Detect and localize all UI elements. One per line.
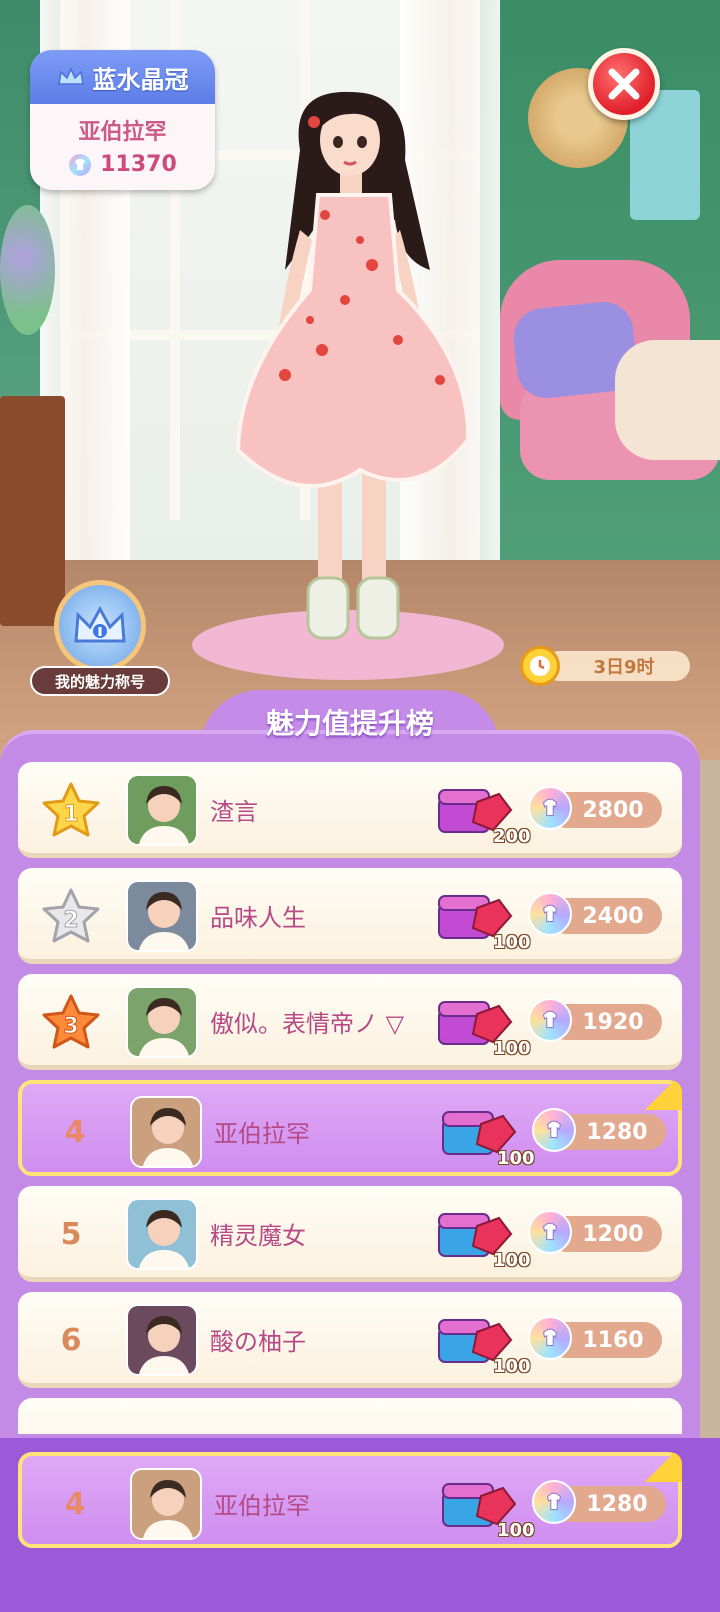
close-icon: [608, 68, 640, 100]
leaderboard-row[interactable]: 1 渣言 200 2800: [18, 762, 682, 858]
rank-gold-star-icon: 1: [40, 782, 102, 838]
my-rank-row[interactable]: 4 亚伯拉罕 100 1280: [18, 1452, 682, 1548]
player-name: 渣言: [210, 798, 258, 826]
close-button[interactable]: [588, 48, 660, 120]
rank-number: 4: [64, 1486, 86, 1522]
reward-chest-icon[interactable]: 100: [437, 1094, 535, 1170]
leaderboard-row-partial[interactable]: [18, 1398, 682, 1434]
my-rank-bar: 4 亚伯拉罕 100 1280: [0, 1438, 720, 1612]
leaderboard-title: 魅力值提升榜: [265, 707, 434, 740]
rank-number: 5: [60, 1216, 82, 1252]
charm-score: 1280: [532, 1480, 666, 1524]
flower-plant: [0, 205, 55, 335]
charm-score: 1920: [528, 998, 662, 1042]
reward-count: 200: [493, 826, 531, 847]
alarm-clock-icon: [520, 646, 560, 686]
reward-count: 100: [497, 1148, 535, 1169]
charm-score: 2800: [528, 786, 662, 830]
blanket: [615, 340, 720, 460]
reward-count: 100: [493, 1038, 531, 1059]
charm-score: 1200: [528, 1210, 662, 1254]
player-name: 酸の柚子: [210, 1328, 306, 1356]
reward-count: 100: [493, 1250, 531, 1271]
rank-silver-star-icon: 2: [40, 888, 102, 944]
title-name: 蓝水晶冠: [92, 65, 189, 94]
charm-score: 2400: [528, 892, 662, 936]
charm-shirt-icon: [528, 1210, 572, 1254]
leaderboard-row[interactable]: 5 精灵魔女 100 1200: [18, 1186, 682, 1282]
svg-text:1: 1: [63, 802, 78, 827]
charm-shirt-icon: [532, 1108, 576, 1152]
charm-shirt-icon: [528, 998, 572, 1042]
curtain-right: [400, 0, 500, 600]
reward-chest-icon[interactable]: 100: [433, 1302, 531, 1378]
leaderboard-list[interactable]: 1 渣言 200 2800 2 品味人生 100 2400 3 傲似。表情帝ノ ▽ 100 1920 4…: [18, 762, 682, 1434]
player-avatar[interactable]: [126, 1198, 198, 1270]
self-marker: [638, 1080, 682, 1110]
rank-bronze-star-icon: 3: [40, 994, 102, 1050]
rank-number: 6: [60, 1322, 82, 1358]
leaderboard-row[interactable]: 2 品味人生 100 2400: [18, 868, 682, 964]
player-name: 品味人生: [210, 904, 306, 932]
event-timer: 3日9时: [520, 646, 690, 686]
reward-chest-icon[interactable]: 100: [433, 878, 531, 954]
svg-text:3: 3: [63, 1014, 78, 1039]
rank-number: 4: [64, 1114, 86, 1150]
charm-value: 11370: [100, 152, 177, 177]
reward-count: 100: [493, 932, 531, 953]
timer-text: 3日9时: [544, 651, 690, 681]
self-marker: [638, 1452, 682, 1482]
reward-chest-icon[interactable]: 100: [433, 1196, 531, 1272]
reward-count: 100: [493, 1356, 531, 1377]
charm-shirt-icon: [528, 892, 572, 936]
charm-score: 1280: [532, 1108, 666, 1152]
charm-shirt-icon: [532, 1480, 576, 1524]
charm-score: 1160: [528, 1316, 662, 1360]
player-name: 亚伯拉罕: [78, 120, 167, 145]
player-name: 亚伯拉罕: [214, 1120, 310, 1148]
reward-chest-icon[interactable]: 100: [433, 984, 531, 1060]
blue-crown-icon: [57, 67, 84, 85]
player-avatar[interactable]: [130, 1468, 202, 1540]
player-avatar[interactable]: [126, 880, 198, 952]
reward-count: 100: [497, 1520, 535, 1541]
player-name: 亚伯拉罕: [214, 1492, 310, 1520]
reward-chest-icon[interactable]: 200: [433, 772, 531, 848]
player-avatar[interactable]: [126, 986, 198, 1058]
leaderboard-row[interactable]: 6 酸の柚子 100 1160: [18, 1292, 682, 1388]
charm-shirt-icon: [69, 153, 92, 176]
leaderboard-row[interactable]: 3 傲似。表情帝ノ ▽ 100 1920: [18, 974, 682, 1070]
rug: [192, 610, 504, 680]
player-name: 傲似。表情帝ノ ▽: [210, 1010, 405, 1038]
player-title-card[interactable]: 蓝水晶冠 亚伯拉罕 11370: [30, 50, 215, 190]
player-avatar[interactable]: [126, 1304, 198, 1376]
reward-chest-icon[interactable]: 100: [437, 1466, 535, 1542]
charm-row: 11370: [30, 152, 215, 177]
title-banner: 蓝水晶冠: [30, 50, 215, 104]
crown-badge-icon: [54, 580, 146, 672]
player-avatar[interactable]: [126, 774, 198, 846]
player-name: 精灵魔女: [210, 1222, 306, 1250]
player-avatar[interactable]: [130, 1096, 202, 1168]
charm-shirt-icon: [528, 786, 572, 830]
charm-shirt-icon: [528, 1316, 572, 1360]
svg-text:2: 2: [63, 908, 78, 933]
my-charm-title-button[interactable]: 我的魅力称号: [30, 580, 170, 698]
my-rank-row[interactable]: 4 亚伯拉罕 100 1280: [18, 1080, 682, 1176]
